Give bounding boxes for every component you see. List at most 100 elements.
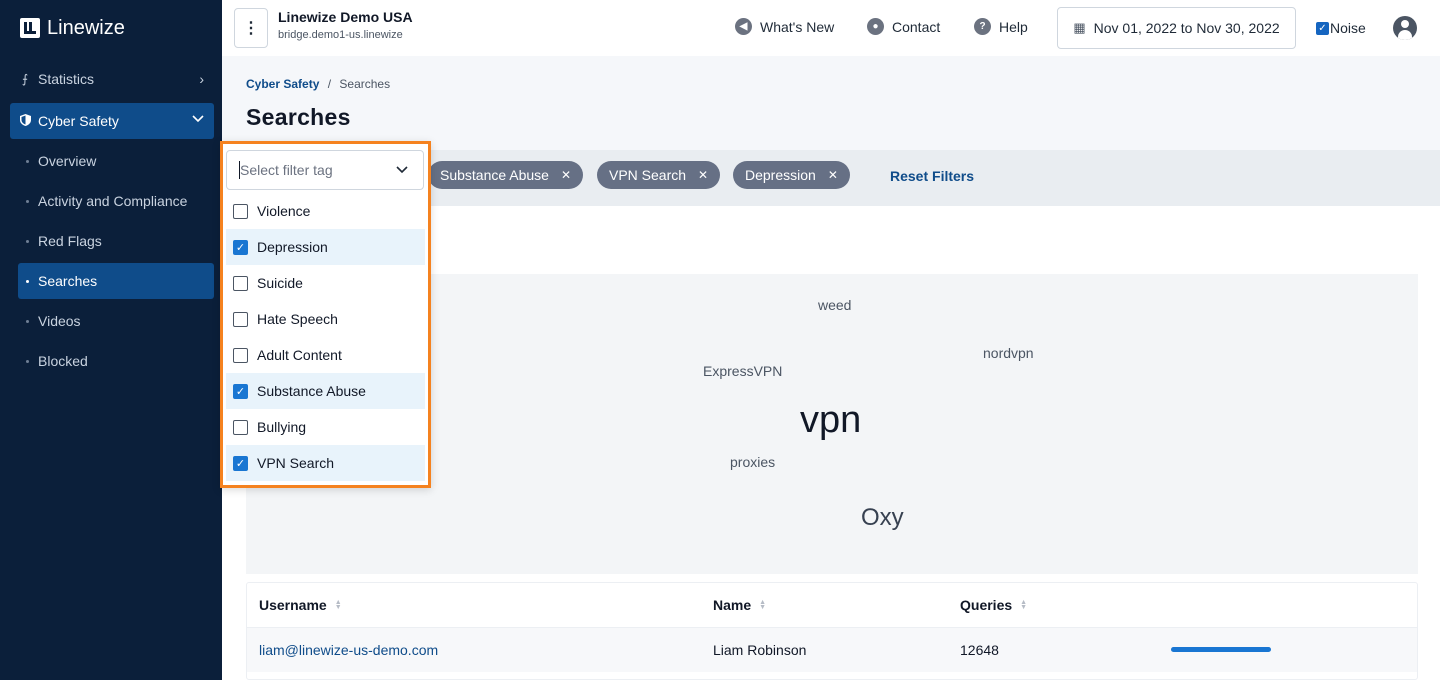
sidebar: Linewize ⨍ Statistics › Cyber Safety Ove… — [0, 0, 222, 680]
filter-option[interactable]: Suicide — [226, 265, 425, 301]
sidebar-item-cyber-safety[interactable]: Cyber Safety — [10, 103, 214, 139]
reset-filters-button[interactable]: Reset Filters — [890, 168, 974, 184]
word-cloud-term[interactable]: proxies — [730, 454, 775, 470]
whats-new-link[interactable]: ◀ What's New — [735, 18, 834, 35]
filter-chip-depression: Depression ✕ — [733, 161, 850, 189]
close-icon[interactable]: ✕ — [828, 168, 838, 182]
sidebar-subitem-label: Overview — [38, 153, 97, 169]
queries-cell: 12648 — [960, 642, 999, 658]
column-header-username[interactable]: Username ▲ ▼ — [259, 597, 342, 613]
sidebar-subitem-red-flags[interactable]: Red Flags — [18, 223, 214, 259]
username-link[interactable]: liam@linewize-us-demo.com — [259, 642, 438, 658]
date-range-picker[interactable]: ▦ Nov 01, 2022 to Nov 30, 2022 — [1057, 7, 1296, 49]
bullet-icon — [26, 359, 29, 363]
filter-option[interactable]: Hate Speech — [226, 301, 425, 337]
kebab-menu-button[interactable]: ⋮ — [234, 8, 268, 48]
filter-option-label: Hate Speech — [257, 311, 338, 327]
help-link[interactable]: ? Help — [974, 18, 1028, 35]
sidebar-subitem-label: Red Flags — [38, 233, 102, 249]
filter-option-label: Substance Abuse — [257, 383, 366, 399]
noise-toggle[interactable]: ✓ Noise — [1316, 20, 1366, 36]
sidebar-subitem-searches[interactable]: Searches — [18, 263, 214, 299]
column-header-name[interactable]: Name ▲ ▼ — [713, 597, 766, 613]
sidebar-subitem-activity-compliance[interactable]: Activity and Compliance — [18, 183, 214, 219]
filter-option[interactable]: ✓ VPN Search — [226, 445, 425, 481]
whats-new-label: What's New — [760, 18, 835, 35]
help-icon: ? — [974, 18, 991, 35]
sort-icon: ▲ ▼ — [759, 599, 767, 611]
brand[interactable]: Linewize — [0, 0, 222, 56]
queries-bar — [1171, 647, 1271, 652]
filter-tag-dropdown: Select filter tag Violence ✓ Depression … — [220, 141, 431, 488]
bullet-icon — [26, 319, 29, 323]
megaphone-icon: ◀ — [735, 18, 752, 35]
sidebar-subitem-blocked[interactable]: Blocked — [18, 343, 214, 379]
breadcrumb-parent-link[interactable]: Cyber Safety — [246, 77, 319, 91]
column-header-label: Name — [713, 597, 752, 613]
sidebar-subitem-label: Videos — [38, 313, 81, 329]
filter-option[interactable]: Adult Content — [226, 337, 425, 373]
word-cloud-term[interactable]: weed — [818, 297, 851, 313]
chevron-right-icon: › — [199, 71, 204, 87]
word-cloud-term[interactable]: vpn — [800, 399, 861, 442]
filter-option-label: Violence — [257, 203, 311, 219]
sidebar-subitem-videos[interactable]: Videos — [18, 303, 214, 339]
help-label: Help — [999, 18, 1028, 35]
calendar-icon: ▦ — [1073, 20, 1086, 35]
linewize-logo-icon — [20, 18, 40, 38]
filter-chip-vpn-search: VPN Search ✕ — [597, 161, 721, 189]
org-name: Linewize Demo USA — [278, 9, 413, 25]
breadcrumb: Cyber Safety / Searches — [246, 77, 390, 91]
user-avatar[interactable] — [1393, 16, 1417, 40]
checkbox-checked-icon[interactable]: ✓ — [233, 383, 248, 399]
more-vertical-icon: ⋮ — [243, 20, 259, 37]
checkbox-checked-icon[interactable]: ✓ — [233, 455, 248, 471]
contact-link[interactable]: ● Contact — [867, 18, 940, 35]
filter-option[interactable]: ✓ Depression — [226, 229, 425, 265]
word-cloud-term[interactable]: nordvpn — [983, 345, 1034, 361]
filter-option-label: Suicide — [257, 275, 303, 291]
sidebar-item-label: Cyber Safety — [38, 113, 119, 129]
breadcrumb-separator: / — [327, 77, 332, 91]
chip-label: Depression — [745, 167, 816, 183]
chip-label: VPN Search — [609, 167, 687, 183]
filter-option-label: Adult Content — [257, 347, 342, 363]
close-icon[interactable]: ✕ — [698, 168, 708, 182]
filter-option[interactable]: Bullying — [226, 409, 425, 445]
word-cloud-term[interactable]: ExpressVPN — [703, 363, 782, 379]
checkbox[interactable] — [233, 347, 248, 363]
word-cloud-term[interactable]: Oxy — [861, 504, 904, 532]
checkbox[interactable] — [233, 311, 248, 327]
bullet-icon — [26, 199, 29, 203]
sidebar-subitem-overview[interactable]: Overview — [18, 143, 214, 179]
bullet-icon — [26, 239, 29, 243]
filter-tag-placeholder: Select filter tag — [240, 162, 333, 178]
sort-icon: ▲ ▼ — [334, 599, 342, 611]
sort-icon: ▲ ▼ — [1020, 599, 1028, 611]
sidebar-subitem-label: Searches — [38, 273, 98, 289]
date-range-label: Nov 01, 2022 to Nov 30, 2022 — [1093, 20, 1280, 36]
filter-tag-select[interactable]: Select filter tag — [226, 150, 424, 190]
sidebar-item-statistics[interactable]: ⨍ Statistics › — [10, 61, 214, 97]
name-cell: Liam Robinson — [713, 642, 807, 658]
checkbox[interactable] — [233, 275, 248, 291]
checkbox[interactable] — [233, 419, 248, 435]
brand-name: Linewize — [47, 16, 125, 39]
filter-option[interactable]: Violence — [226, 193, 425, 229]
column-header-label: Username — [259, 597, 327, 613]
filter-chip-substance-abuse: Substance Abuse ✕ — [428, 161, 584, 189]
checkbox[interactable] — [233, 203, 248, 219]
column-header-queries[interactable]: Queries ▲ ▼ — [960, 597, 1027, 613]
sidebar-item-label: Statistics — [38, 71, 95, 87]
shield-icon — [18, 113, 32, 129]
contact-label: Contact — [892, 18, 941, 35]
org-host: bridge.demo1-us.linewize — [278, 29, 403, 41]
filter-option-label: Bullying — [257, 419, 307, 435]
queries-bar-fill — [1171, 647, 1271, 652]
table-row[interactable]: liam@linewize-us-demo.com Liam Robinson … — [247, 628, 1417, 672]
bullet-icon — [26, 159, 29, 163]
checkbox-checked-icon[interactable]: ✓ — [1316, 21, 1329, 35]
checkbox-checked-icon[interactable]: ✓ — [233, 239, 248, 255]
close-icon[interactable]: ✕ — [561, 168, 571, 182]
filter-option[interactable]: ✓ Substance Abuse — [226, 373, 425, 409]
